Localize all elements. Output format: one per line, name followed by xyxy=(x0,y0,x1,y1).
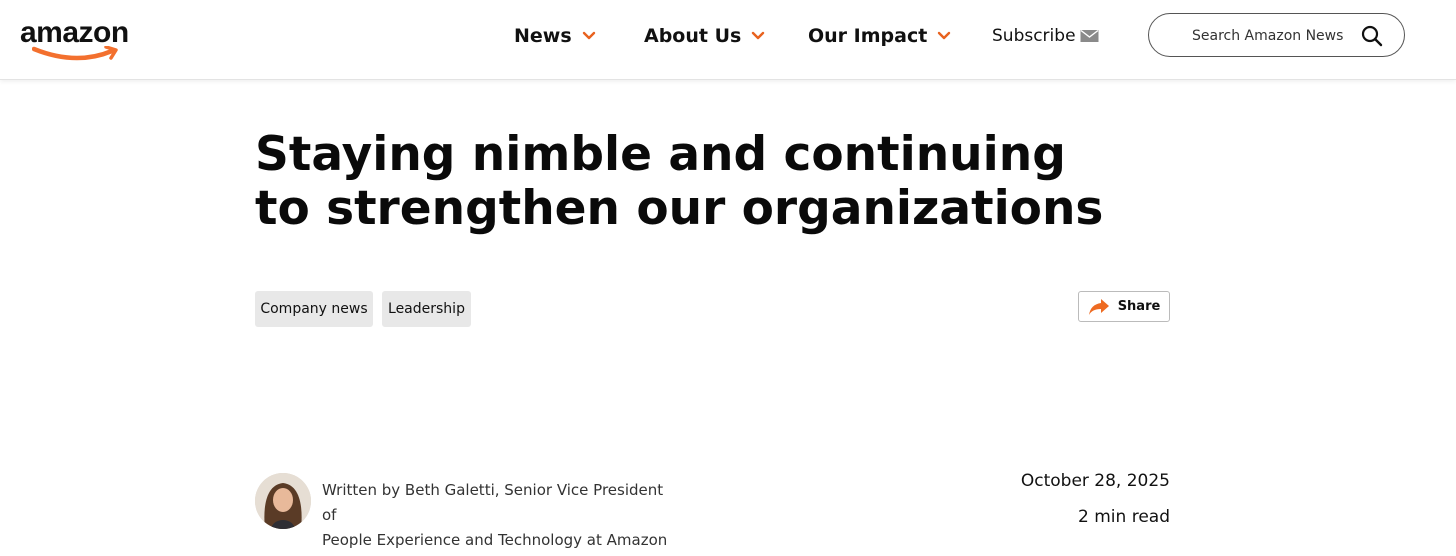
chevron-down-icon xyxy=(751,31,765,41)
share-button[interactable]: Share xyxy=(1078,291,1170,322)
mail-icon xyxy=(1080,29,1099,43)
nav-about-us-label: About Us xyxy=(644,25,742,47)
publish-date: October 28, 2025 xyxy=(1020,471,1170,491)
amazon-logo[interactable]: amazon xyxy=(20,16,136,64)
smile-arrow-icon xyxy=(32,46,118,61)
nav-subscribe[interactable]: Subscribe xyxy=(992,22,1099,50)
chevron-down-icon xyxy=(937,31,951,41)
tag-leadership[interactable]: Leadership xyxy=(382,291,471,327)
nav-news[interactable]: News xyxy=(514,22,596,50)
nav-our-impact-label: Our Impact xyxy=(808,25,928,47)
nav-news-label: News xyxy=(514,25,572,47)
byline-line-2: People Experience and Technology at Amaz… xyxy=(322,531,668,549)
share-arrow-icon xyxy=(1088,298,1110,316)
nav-subscribe-label: Subscribe xyxy=(992,26,1076,46)
article-title: Staying nimble and continuing to strengt… xyxy=(255,127,1104,236)
nav-about-us[interactable]: About Us xyxy=(644,22,765,50)
logo-wordmark: amazon xyxy=(20,16,129,49)
read-time: 2 min read xyxy=(1078,507,1170,527)
author-avatar xyxy=(255,473,311,529)
tag-company-news[interactable]: Company news xyxy=(255,291,373,327)
search-box[interactable] xyxy=(1148,13,1405,57)
chevron-down-icon xyxy=(582,31,596,41)
nav-our-impact[interactable]: Our Impact xyxy=(808,22,951,50)
author-byline: Written by Beth Galetti, Senior Vice Pre… xyxy=(322,478,682,553)
search-input[interactable] xyxy=(1192,24,1352,48)
search-icon[interactable] xyxy=(1361,25,1383,51)
share-label: Share xyxy=(1117,299,1161,314)
site-header: amazon News About Us Our Impact Subscrib… xyxy=(0,0,1456,80)
byline-line-1: Written by Beth Galetti, Senior Vice Pre… xyxy=(322,481,664,524)
